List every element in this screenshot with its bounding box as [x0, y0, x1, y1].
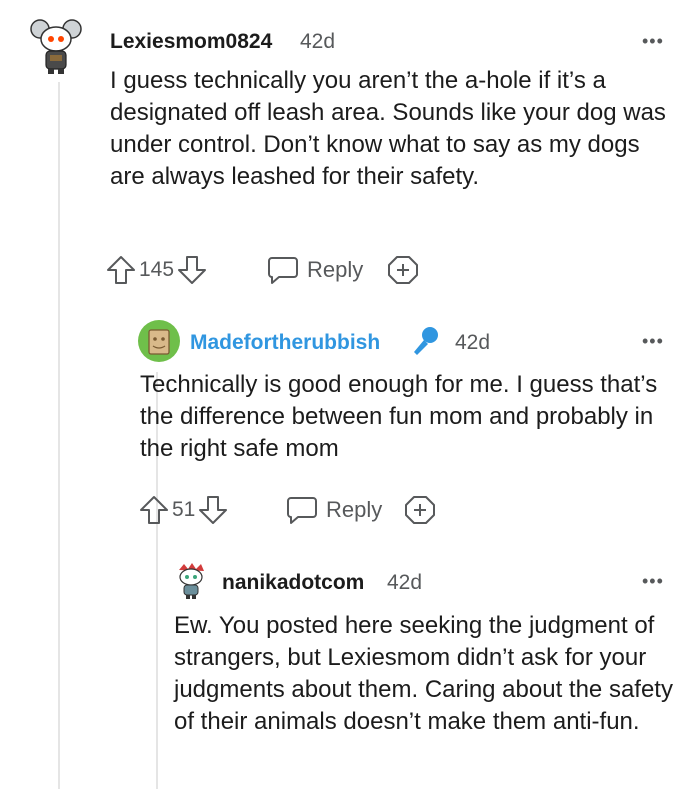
- comment-text: I guess technically you aren’t the a-hol…: [110, 67, 666, 190]
- more-options-icon[interactable]: •••: [642, 32, 664, 50]
- comment-username[interactable]: Madefortherubbish: [190, 331, 380, 355]
- award-plus-icon: [387, 254, 419, 286]
- comment-body: I guess technically you aren’t the a-hol…: [110, 65, 680, 193]
- reply-label: Reply: [326, 497, 383, 522]
- comment-username[interactable]: nanikadotcom: [222, 571, 364, 595]
- comment-bubble-icon: [286, 495, 318, 525]
- comment-timestamp[interactable]: 42d: [300, 30, 335, 54]
- comment-body: Technically is good enough for me. I gue…: [140, 369, 680, 465]
- vote-group: 51: [138, 490, 229, 530]
- upvote-icon[interactable]: [138, 493, 170, 527]
- vote-count: 145: [139, 258, 175, 281]
- comment-text: Ew. You posted here seeking the judgment…: [174, 612, 673, 735]
- vote-group: 145: [105, 250, 208, 290]
- comment-actions: 51 Reply: [138, 490, 458, 530]
- upvote-icon[interactable]: [105, 253, 137, 287]
- comment-timestamp[interactable]: 42d: [387, 571, 422, 595]
- avatar[interactable]: [138, 320, 180, 362]
- comment-bubble-icon: [267, 255, 299, 285]
- downvote-icon[interactable]: [197, 493, 229, 527]
- comment-timestamp[interactable]: 42d: [455, 331, 490, 355]
- award-plus-icon: [404, 494, 436, 526]
- reply-button[interactable]: Reply: [286, 490, 382, 530]
- award-button[interactable]: [387, 250, 419, 290]
- op-microphone-icon: [408, 324, 442, 363]
- vote-count: 51: [172, 498, 196, 521]
- reply-label: Reply: [307, 257, 364, 282]
- comment-body: Ew. You posted here seeking the judgment…: [174, 610, 674, 738]
- comment-text: Technically is good enough for me. I gue…: [140, 371, 658, 462]
- award-button[interactable]: [404, 490, 436, 530]
- more-options-icon[interactable]: •••: [642, 572, 664, 590]
- more-options-icon[interactable]: •••: [642, 332, 664, 350]
- downvote-icon[interactable]: [176, 253, 208, 287]
- avatar[interactable]: [28, 15, 84, 75]
- thread-line[interactable]: [58, 82, 60, 789]
- comment-username[interactable]: Lexiesmom0824: [110, 30, 272, 54]
- reply-button[interactable]: Reply: [267, 250, 363, 290]
- avatar[interactable]: [174, 562, 208, 600]
- comment-actions: 145 Reply: [105, 250, 505, 290]
